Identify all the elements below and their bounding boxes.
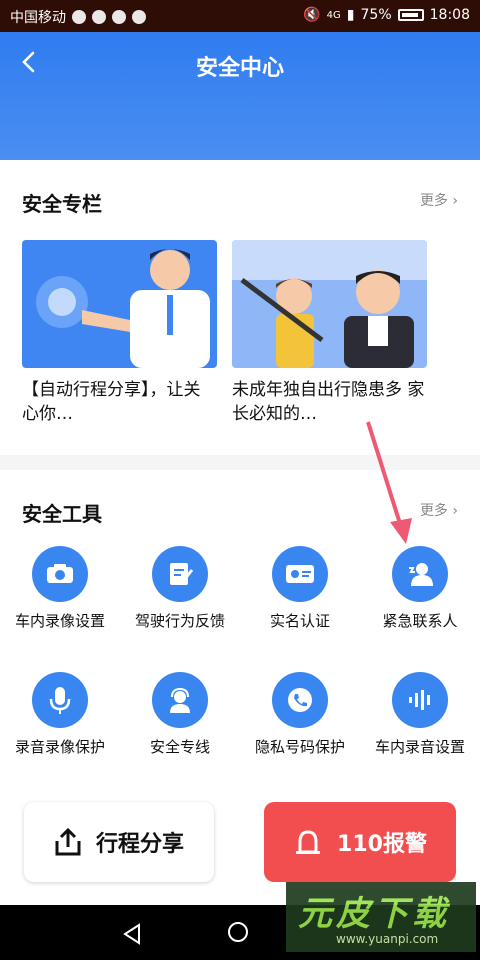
article-card[interactable]: 【自动行程分享】，让关心你… [22,240,217,426]
trip-share-button[interactable]: 行程分享 [24,802,214,882]
tool-audio-video-protection[interactable]: 录音录像保护 [0,672,120,757]
message-icon [92,10,106,24]
signal-icon: ▮ [346,7,355,23]
app-notify-icon [112,10,126,24]
tool-driving-feedback[interactable]: 驾驶行为反馈 [120,546,240,631]
tool-real-name-auth[interactable]: 实名认证 [240,546,360,631]
article-thumbnail [232,240,427,368]
tool-label: 隐私号码保护 [254,738,345,756]
time-label: 18:08 [429,7,470,23]
share-icon [55,827,81,856]
tool-label: 紧急联系人 [382,612,458,630]
tool-privacy-number[interactable]: 隐私号码保护 [240,672,360,757]
battery-icon [397,9,424,21]
site-watermark: 元皮下载 www.yuanpi.com [286,882,476,952]
mute-icon: 🔇 [303,7,321,23]
section-title: 安全专栏 [22,192,102,216]
status-bar: 中国移动 🔇 4G ▮ 75% 18:08 [0,0,480,32]
id-card-icon [272,546,328,602]
tool-label: 实名认证 [269,612,330,630]
headset-agent-icon [152,672,208,728]
page-title: 安全中心 [195,56,284,81]
tool-emergency-contact[interactable]: 紧急联系人 [360,546,480,631]
trip-share-label: 行程分享 [95,832,184,857]
camera-record-icon [32,546,88,602]
carrier-label: 中国移动 [10,10,66,26]
wechat-icon [72,10,86,24]
tool-label: 驾驶行为反馈 [134,612,225,630]
more-link[interactable]: 更多 › [420,190,458,210]
microphone-icon [32,672,88,728]
header: 安全中心 [0,32,480,160]
watermark-logo-text: 元皮下载 [298,894,450,934]
phone-shield-icon [272,672,328,728]
more-link[interactable]: 更多 › [420,500,458,520]
call-110-label: 110报警 [337,832,427,857]
safety-column-section: 安全专栏 更多 › 【自动行程分享】，让关心你… 未成年独自出行隐患多 家长必知… [0,160,480,455]
signal-label: 4G [326,9,341,21]
tool-car-audio-settings[interactable]: 车内录音设置 [360,672,480,757]
tool-safety-hotline[interactable]: 安全专线 [120,672,240,757]
tool-label: 车内录音设置 [374,738,465,756]
nav-back-icon[interactable] [122,923,142,949]
battery-percent: 75% [360,7,392,23]
tool-car-video-settings[interactable]: 车内录像设置 [0,546,120,631]
tool-label: 安全专线 [149,738,210,756]
section-title: 安全工具 [22,502,102,526]
emergency-contact-icon [392,546,448,602]
app-notify-icon-2 [132,10,146,24]
siren-icon [296,830,321,854]
article-thumbnail [22,240,217,368]
tool-label: 录音录像保护 [14,738,105,756]
nav-home-icon[interactable] [228,922,248,942]
audio-wave-icon [392,672,448,728]
pointer-arrow-annotation [360,418,420,552]
call-110-button[interactable]: 110报警 [264,802,456,882]
article-card[interactable]: 未成年独自出行隐患多 家长必知的… [232,240,427,426]
feedback-edit-icon [152,546,208,602]
watermark-url: www.yuanpi.com [336,932,439,946]
article-title: 【自动行程分享】，让关心你… [22,380,201,424]
tool-label: 车内录像设置 [14,612,105,630]
